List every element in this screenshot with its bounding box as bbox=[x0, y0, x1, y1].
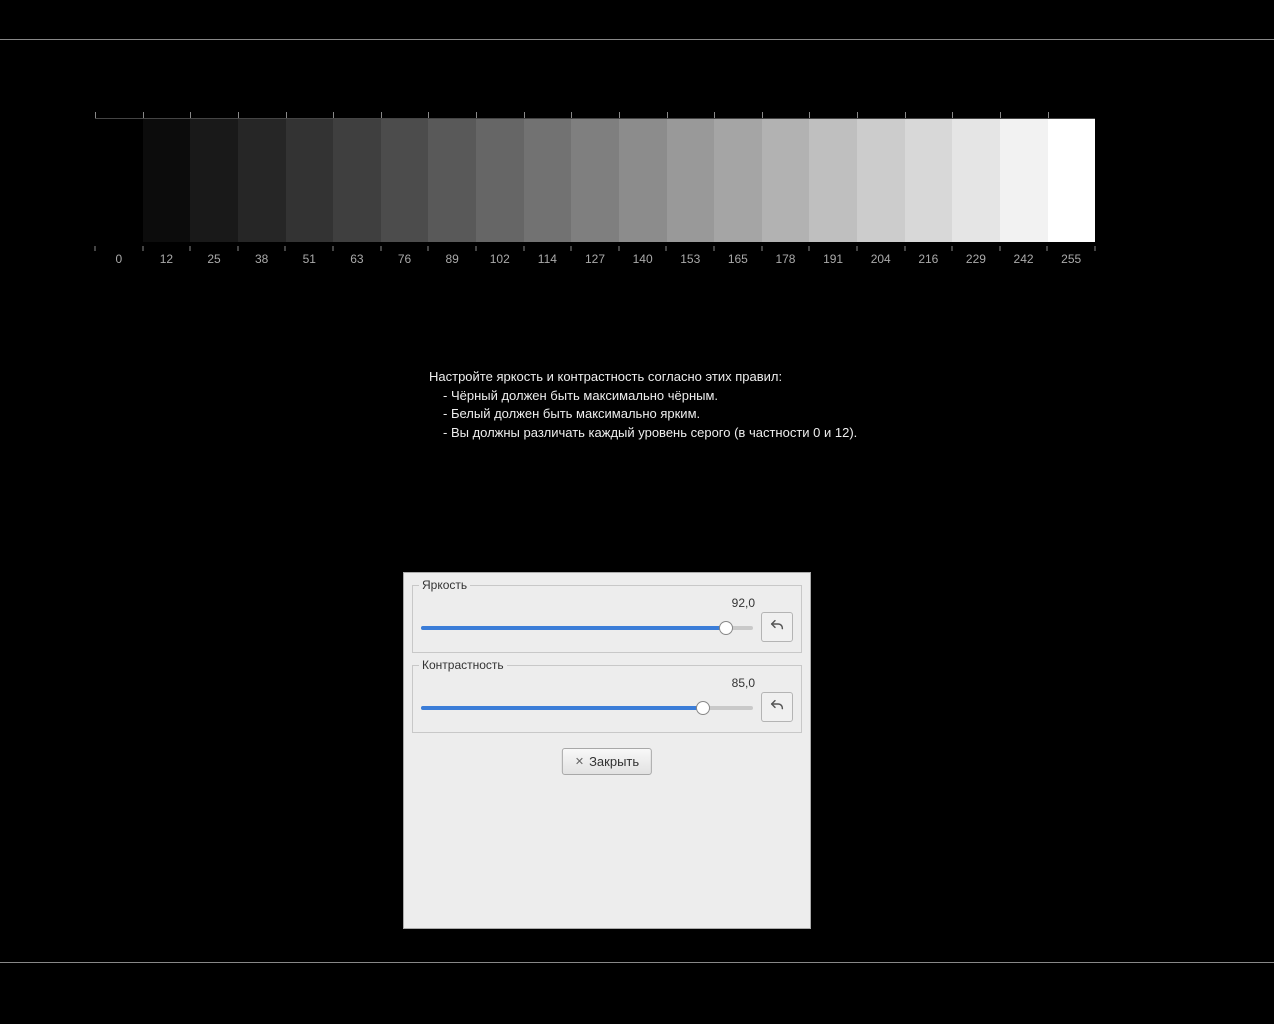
contrast-group: Контрастность 85,0 bbox=[412, 665, 802, 733]
contrast-label: Контрастность bbox=[419, 658, 507, 672]
grayscale-calibration-strip: 0 12 25 38 51 63 76 89 102 114 127 140 153 165 178 191 2… bbox=[95, 118, 1095, 266]
grayscale-label: 63 bbox=[350, 252, 363, 266]
grayscale-block bbox=[905, 119, 953, 242]
grayscale-label: 140 bbox=[633, 252, 653, 266]
grayscale-label: 38 bbox=[255, 252, 268, 266]
undo-icon bbox=[769, 698, 785, 717]
grayscale-label: 255 bbox=[1061, 252, 1081, 266]
grayscale-label: 191 bbox=[823, 252, 843, 266]
grayscale-label: 229 bbox=[966, 252, 986, 266]
brightness-group: Яркость 92,0 bbox=[412, 585, 802, 653]
separator-bottom bbox=[0, 962, 1274, 963]
grayscale-block bbox=[143, 119, 191, 242]
grayscale-label: 153 bbox=[680, 252, 700, 266]
grayscale-block bbox=[428, 119, 476, 242]
grayscale-label: 242 bbox=[1014, 252, 1034, 266]
brightness-label: Яркость bbox=[419, 578, 470, 592]
grayscale-label: 127 bbox=[585, 252, 605, 266]
undo-icon bbox=[769, 618, 785, 637]
instruction-rule: - Белый должен быть максимально ярким. bbox=[429, 405, 857, 423]
close-icon: ✕ bbox=[575, 755, 584, 768]
grayscale-block bbox=[809, 119, 857, 242]
grayscale-block bbox=[1000, 119, 1048, 242]
grayscale-label: 165 bbox=[728, 252, 748, 266]
contrast-reset-button[interactable] bbox=[761, 692, 793, 722]
grayscale-label: 216 bbox=[918, 252, 938, 266]
brightness-slider[interactable] bbox=[421, 620, 753, 634]
grayscale-label: 0 bbox=[115, 252, 122, 266]
grayscale-block bbox=[952, 119, 1000, 242]
close-button[interactable]: ✕ Закрыть bbox=[562, 748, 652, 775]
grayscale-block bbox=[714, 119, 762, 242]
brightness-value: 92,0 bbox=[421, 596, 793, 610]
grayscale-block bbox=[524, 119, 572, 242]
grayscale-block bbox=[238, 119, 286, 242]
grayscale-label: 51 bbox=[303, 252, 316, 266]
grayscale-block bbox=[333, 119, 381, 242]
contrast-slider[interactable] bbox=[421, 700, 753, 714]
grayscale-block bbox=[667, 119, 715, 242]
instructions-text: Настройте яркость и контрастность соглас… bbox=[429, 368, 857, 442]
instructions-title: Настройте яркость и контрастность соглас… bbox=[429, 368, 857, 386]
grayscale-block bbox=[95, 119, 143, 242]
grayscale-block bbox=[619, 119, 667, 242]
separator-top bbox=[0, 39, 1274, 40]
grayscale-block bbox=[1048, 119, 1096, 242]
grayscale-label: 102 bbox=[490, 252, 510, 266]
contrast-value: 85,0 bbox=[421, 676, 793, 690]
grayscale-block bbox=[190, 119, 238, 242]
grayscale-label: 12 bbox=[160, 252, 173, 266]
grayscale-label: 114 bbox=[538, 252, 557, 266]
grayscale-block bbox=[857, 119, 905, 242]
instruction-rule: - Чёрный должен быть максимально чёрным. bbox=[429, 387, 857, 405]
grayscale-label: 76 bbox=[398, 252, 411, 266]
grayscale-block bbox=[571, 119, 619, 242]
grayscale-label: 178 bbox=[775, 252, 795, 266]
grayscale-label: 89 bbox=[445, 252, 458, 266]
grayscale-label: 204 bbox=[871, 252, 891, 266]
grayscale-block bbox=[762, 119, 810, 242]
brightness-reset-button[interactable] bbox=[761, 612, 793, 642]
grayscale-block bbox=[286, 119, 334, 242]
close-button-label: Закрыть bbox=[589, 754, 639, 769]
instruction-rule: - Вы должны различать каждый уровень сер… bbox=[429, 424, 857, 442]
brightness-contrast-dialog: Яркость 92,0 Контрастность bbox=[403, 572, 811, 929]
grayscale-block bbox=[381, 119, 429, 242]
grayscale-block bbox=[476, 119, 524, 242]
grayscale-label: 25 bbox=[207, 252, 220, 266]
